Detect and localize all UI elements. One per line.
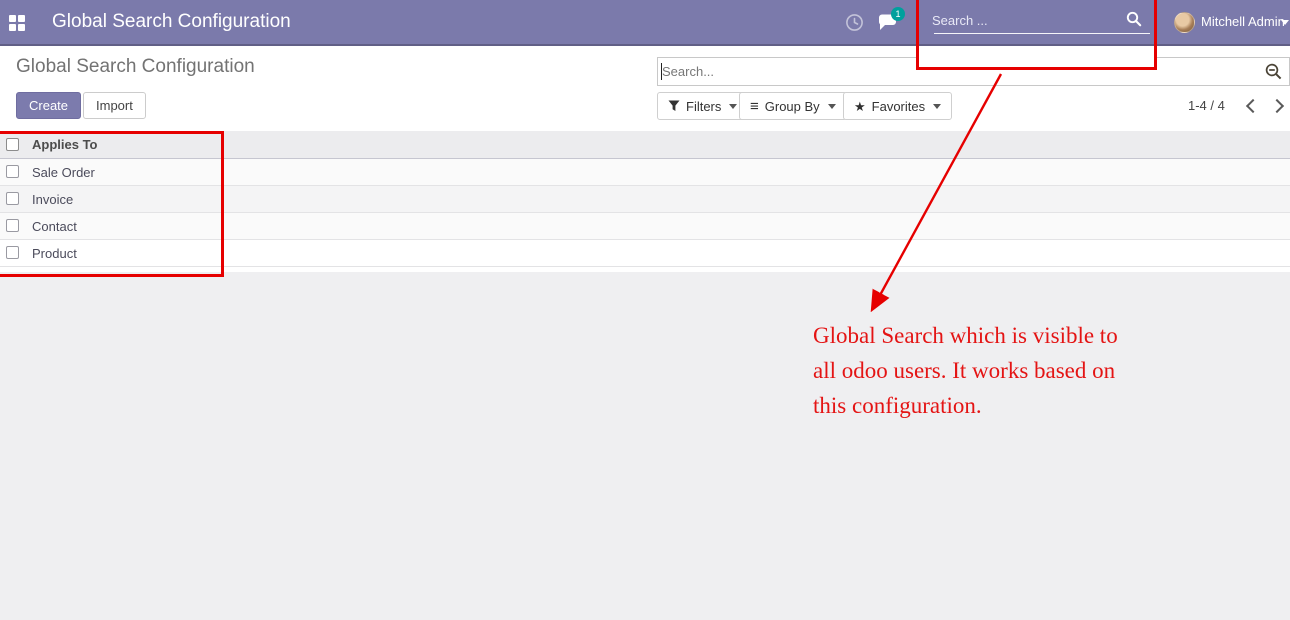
import-button[interactable]: Import	[83, 92, 146, 119]
top-navbar: Global Search Configuration 1 Mitchell A…	[0, 0, 1290, 46]
select-all-checkbox[interactable]	[6, 138, 19, 151]
global-search-magnifier-icon[interactable]	[1126, 11, 1142, 27]
favorites-button[interactable]: ★ Favorites	[843, 92, 952, 120]
annotation-line: this configuration.	[813, 388, 1118, 423]
global-search-input[interactable]	[932, 8, 1117, 32]
row-checkbox[interactable]	[6, 192, 19, 205]
group-by-button[interactable]: ≡ Group By	[739, 92, 847, 120]
row-checkbox[interactable]	[6, 246, 19, 259]
funnel-icon	[668, 100, 680, 112]
row-label: Product	[32, 240, 77, 266]
row-label: Invoice	[32, 186, 73, 212]
column-header-applies-to: Applies To	[32, 131, 97, 158]
group-by-label: Group By	[765, 99, 820, 114]
activities-clock-icon[interactable]	[845, 13, 864, 32]
filters-button[interactable]: Filters	[657, 92, 748, 120]
navbar-app-title: Global Search Configuration	[52, 0, 291, 44]
annotation-line: all odoo users. It works based on	[813, 353, 1118, 388]
chat-counter-badge: 1	[891, 7, 905, 21]
chevron-down-icon	[828, 104, 836, 109]
chevron-down-icon	[933, 104, 941, 109]
annotation-text: Global Search which is visible to all od…	[813, 318, 1118, 423]
user-chevron-down-icon	[1281, 20, 1289, 25]
star-icon: ★	[854, 100, 866, 113]
table-row[interactable]: Sale Order	[0, 159, 1290, 186]
user-avatar[interactable]	[1174, 12, 1195, 33]
row-checkbox[interactable]	[6, 165, 19, 178]
global-search-underline	[934, 33, 1150, 34]
user-menu[interactable]: Mitchell Admin	[1201, 0, 1285, 44]
favorites-label: Favorites	[872, 99, 925, 114]
create-button[interactable]: Create	[16, 92, 81, 119]
row-checkbox[interactable]	[6, 219, 19, 232]
filters-label: Filters	[686, 99, 721, 114]
annotation-line: Global Search which is visible to	[813, 318, 1118, 353]
table-row[interactable]: Invoice	[0, 186, 1290, 213]
apps-grid-icon[interactable]	[9, 15, 25, 31]
table-row[interactable]: Product	[0, 240, 1290, 267]
breadcrumb-page-title: Global Search Configuration	[16, 56, 255, 78]
table-row[interactable]: Contact	[0, 213, 1290, 240]
row-label: Contact	[32, 213, 77, 239]
group-by-lines-icon: ≡	[750, 99, 759, 114]
pager-range: 1-4 / 4	[1188, 92, 1225, 120]
global-search-dropdown-panel	[919, 46, 1154, 68]
row-label: Sale Order	[32, 159, 95, 185]
chevron-down-icon	[729, 104, 737, 109]
advanced-search-zoom-out-icon[interactable]	[1265, 63, 1283, 81]
table-header-row: Applies To	[0, 131, 1290, 159]
